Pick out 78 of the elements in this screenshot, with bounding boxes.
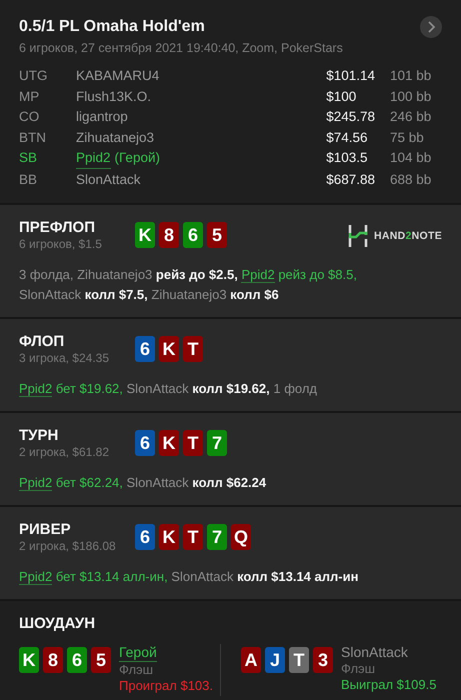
hand-result: Проиграл $103. — [119, 678, 213, 694]
stack-bb: 104 bb — [390, 149, 432, 167]
stack-bb: 246 bb — [390, 108, 432, 126]
showdown-title: ШОУДАУН — [19, 615, 96, 632]
street-title: ТУРН — [19, 427, 60, 444]
playing-card: T — [183, 430, 203, 456]
playing-card: 6 — [135, 524, 155, 550]
player-link[interactable]: Ppid2 — [19, 569, 52, 585]
action-summary: Ppid2 бет $62.24, SlonAttack колл $62.24 — [19, 474, 268, 493]
playing-card: 5 — [91, 647, 111, 673]
playing-card: 6 — [135, 430, 155, 456]
playing-card: 7 — [207, 524, 227, 550]
position-label: MP — [19, 88, 40, 106]
hand-title: 0.5/1 PL Omaha Hold'em — [19, 18, 205, 36]
playing-card: A — [241, 647, 261, 673]
player-name: Zihuatanejo3 — [76, 128, 156, 147]
player-link[interactable]: Ppid2 — [19, 475, 52, 491]
action-summary: Ppid2 бет $13.14 алл-ин, SlonAttack колл $13.14 алл-ин — [19, 568, 360, 587]
street-title: ФЛОП — [19, 333, 66, 350]
player-name: SlonAttack — [341, 644, 408, 661]
player-link[interactable]: Ppid2 — [241, 267, 275, 283]
playing-card: 8 — [43, 647, 63, 673]
playing-card: J — [265, 647, 285, 673]
hero-label: (Герой) — [114, 149, 160, 167]
playing-card: T — [289, 647, 309, 673]
street-title: РИВЕР — [19, 521, 72, 538]
playing-card: 8 — [159, 222, 179, 248]
street-info: 3 игрока, $24.35 — [19, 351, 110, 365]
playing-card: 6 — [135, 336, 155, 362]
stack-bb: 688 bb — [390, 170, 432, 188]
playing-card: K — [159, 336, 179, 362]
stack-amount: $245.78 — [326, 108, 375, 126]
position-label: CO — [19, 108, 40, 126]
action-summary: 3 фолда, Zihuatanejo3 рейз до $2.5, Ppid2 рейз до $8.5, SlonAttack колл $7.5, Zihuatanejo3 колл $6 — [19, 266, 358, 304]
playing-card: K — [159, 524, 179, 550]
logo-text: HAND2NOTE — [374, 230, 442, 242]
playing-card: K — [159, 430, 179, 456]
street-title: ПРЕФЛОП — [19, 219, 96, 236]
position-label: UTG — [19, 67, 48, 85]
chevron-right-icon — [427, 21, 435, 33]
stack-amount: $687.88 — [326, 170, 375, 188]
stack-amount: $101.14 — [326, 67, 375, 85]
playing-card: 6 — [67, 647, 87, 673]
playing-card: T — [183, 336, 203, 362]
stack-amount: $103.5 — [326, 149, 368, 167]
action-summary: Ppid2 бет $19.62, SlonAttack колл $19.62, 1 фолд — [19, 380, 318, 399]
hand-result: Выиграл $109.5 — [341, 677, 436, 693]
playing-card: K — [135, 222, 155, 248]
logo-icon — [348, 225, 368, 247]
player-name: KABAMARU4 — [76, 67, 160, 85]
playing-card: 5 — [207, 222, 227, 248]
player-name: SlonAttack — [76, 170, 142, 188]
stack-amount: $74.56 — [326, 128, 368, 146]
next-button[interactable] — [420, 16, 442, 38]
player-link[interactable]: Герой — [119, 644, 157, 662]
playing-card: 3 — [313, 647, 333, 673]
player-name: ligantrop — [76, 108, 129, 126]
position-label: BTN — [19, 128, 47, 146]
stack-bb: 75 bb — [390, 128, 425, 146]
hand-subtitle: 6 игроков, 27 сентября 2021 19:40:40, Zoom, PokerStars — [19, 41, 344, 55]
stack-bb: 100 bb — [390, 88, 432, 106]
player-link[interactable]: Ppid2 — [76, 149, 111, 168]
playing-card: T — [183, 524, 203, 550]
playing-card: Q — [231, 524, 251, 550]
position-label: SB — [19, 149, 38, 167]
street-info: 2 игрока, $61.82 — [19, 445, 110, 459]
hand-combination: Флэш — [341, 661, 376, 677]
player-name: Flush13K.O. — [76, 88, 152, 106]
player-link[interactable]: Ppid2 — [19, 381, 52, 397]
playing-card: K — [19, 647, 39, 673]
playing-card: 6 — [183, 222, 203, 248]
position-label: BB — [19, 170, 38, 188]
stack-amount: $100 — [326, 88, 358, 106]
street-info: 6 игроков, $1.5 — [19, 237, 103, 251]
stack-bb: 101 bb — [390, 67, 432, 85]
street-info: 2 игрока, $186.08 — [19, 539, 117, 553]
playing-card: 7 — [207, 430, 227, 456]
hand-combination: Флэш — [119, 662, 154, 678]
